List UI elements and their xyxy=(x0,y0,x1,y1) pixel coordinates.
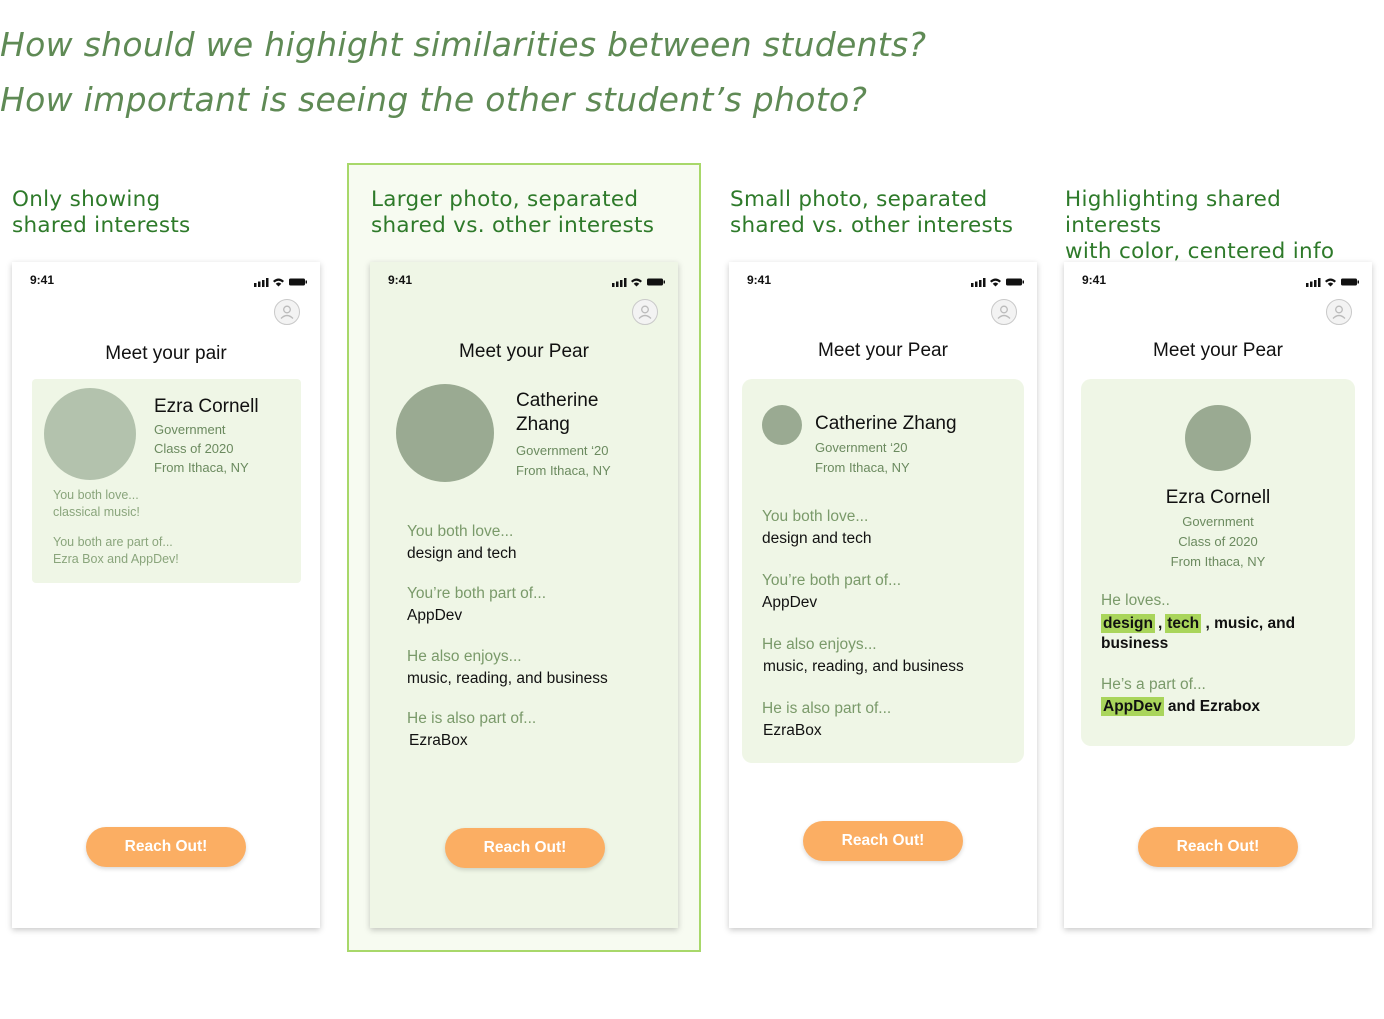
caption-option-3: Small photo, separated shared vs. other i… xyxy=(730,187,1014,238)
page-title: Meet your Pear xyxy=(459,341,589,362)
interests-value: design, tech , music, and business xyxy=(1101,614,1296,652)
shared-groups-label: You’re both part of... xyxy=(407,585,547,602)
match-name: Ezra Cornell xyxy=(1165,487,1271,508)
match-info: Government ‘20 From Ithaca, NY xyxy=(516,443,611,478)
status-time: 9:41 xyxy=(388,273,413,287)
match-card: Ezra Cornell Government Class of 2020 From… xyxy=(32,379,301,583)
avatar xyxy=(1185,405,1251,471)
match-info: Government Class of 2020 From Ithaca, NY xyxy=(154,422,249,475)
phone-mockup-1: 9:41 Meet your pair Ezra Cornell Governm… xyxy=(12,262,320,928)
status-time: 9:41 xyxy=(30,273,55,287)
interests-label: He loves.. xyxy=(1101,592,1170,609)
page-title: Meet your Pear xyxy=(1153,340,1283,361)
match-name: Catherine Zhang xyxy=(516,390,599,435)
other-groups-value: EzraBox xyxy=(409,732,468,749)
phone-mockup-3: 9:41 Meet your Pear Catherine Zhang Gove… xyxy=(729,262,1037,928)
shared-interests-value: design and tech xyxy=(762,530,872,547)
reach-out-button[interactable]: Reach Out! xyxy=(803,821,963,861)
avatar xyxy=(396,384,494,482)
other-groups-value: EzraBox xyxy=(763,722,822,739)
match-name: Ezra Cornell xyxy=(154,396,259,417)
shared-groups-label: You’re both part of... xyxy=(762,572,902,589)
phone-mockup-4: 9:41 Meet your Pear Ezra Cornell Governm… xyxy=(1064,262,1372,928)
caption-option-1: Only showing shared interests xyxy=(12,187,191,238)
avatar xyxy=(44,388,136,480)
page-title: Meet your pair xyxy=(105,343,227,364)
groups-value: AppDev and Ezrabox xyxy=(1101,697,1261,716)
profile-icon[interactable] xyxy=(991,299,1017,325)
status-icons xyxy=(612,274,666,292)
other-groups-label: He is also part of... xyxy=(407,710,537,727)
shared-interests-label: You both love... xyxy=(762,508,869,525)
other-groups-label: He is also part of... xyxy=(762,700,892,717)
avatar xyxy=(762,405,802,445)
shared-interest-chip: design xyxy=(1101,614,1155,633)
shared-interests-label: You both love... xyxy=(407,523,514,540)
other-interests-value: music, reading, and business xyxy=(407,670,608,687)
status-icons xyxy=(254,274,308,292)
profile-icon[interactable] xyxy=(274,299,300,325)
shared-groups-value: AppDev xyxy=(762,594,818,611)
shared-interests: You both love... classical music! xyxy=(53,488,140,519)
profile-icon[interactable] xyxy=(1326,299,1352,325)
shared-groups: You both are part of... Ezra Box and AppD… xyxy=(53,535,179,566)
match-card: Ezra Cornell Government Class of 2020 From… xyxy=(1081,379,1355,746)
reach-out-button[interactable]: Reach Out! xyxy=(86,827,246,867)
question-photo: How important is seeing the other studen… xyxy=(0,80,868,119)
shared-interest-chip: tech xyxy=(1165,614,1202,633)
other-interests-value: music, reading, and business xyxy=(763,658,964,675)
caption-option-4: Highlighting shared interests with color,… xyxy=(1065,187,1335,264)
shared-group-chip: AppDev xyxy=(1101,697,1164,716)
caption-option-2: Larger photo, separated shared vs. other … xyxy=(371,187,655,238)
status-icons xyxy=(1306,274,1360,292)
shared-groups-value: AppDev xyxy=(407,607,463,624)
status-icons xyxy=(971,274,1025,292)
match-info: Government ‘20 From Ithaca, NY xyxy=(815,440,910,475)
question-similarities: How should we highight similarities betw… xyxy=(0,25,927,64)
profile-icon[interactable] xyxy=(632,299,658,325)
match-card: Catherine Zhang Government ‘20 From Ithac… xyxy=(742,379,1024,763)
match-info: Government Class of 2020 From Ithaca, NY xyxy=(1170,514,1266,569)
phone-mockup-2: 9:41 Meet your Pear Catherine Zhang Gover… xyxy=(370,262,678,928)
match-name: Catherine Zhang xyxy=(815,413,957,434)
other-interests-label: He also enjoys... xyxy=(407,648,522,665)
reach-out-button[interactable]: Reach Out! xyxy=(1138,827,1298,867)
shared-interests-value: design and tech xyxy=(407,545,517,562)
status-time: 9:41 xyxy=(747,273,772,287)
other-interests-label: He also enjoys... xyxy=(762,636,877,653)
reach-out-button[interactable]: Reach Out! xyxy=(445,828,605,868)
status-time: 9:41 xyxy=(1082,273,1107,287)
groups-label: He’s a part of... xyxy=(1101,676,1206,693)
page-title: Meet your Pear xyxy=(818,340,948,361)
